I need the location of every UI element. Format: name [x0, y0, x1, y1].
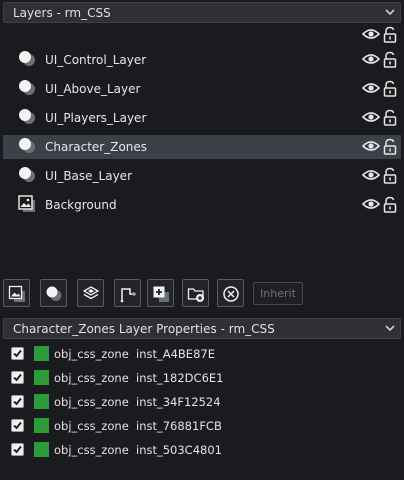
- instance-row[interactable]: obj_css_zone inst_34F12524: [3, 391, 401, 415]
- instance-layer-icon: [19, 167, 35, 182]
- properties-panel-header[interactable]: Character_Zones Layer Properties - rm_CS…: [3, 318, 401, 339]
- add-folder-button[interactable]: [182, 279, 209, 307]
- instance-id: inst_76881FCB: [136, 419, 222, 433]
- instances-list: obj_css_zone inst_A4BE87E obj_css_zone i…: [3, 341, 401, 480]
- visibility-eye-icon[interactable]: [362, 52, 380, 66]
- add-path-layer-icon: [120, 288, 136, 303]
- unlock-icon[interactable]: [383, 196, 397, 213]
- add-path-layer-button[interactable]: [114, 279, 141, 307]
- instance-layer-icon: [19, 51, 35, 66]
- add-tile-layer-icon: [82, 286, 100, 300]
- layer-name: UI_Players_Layer: [45, 111, 147, 125]
- layers-header-icons: [3, 24, 401, 46]
- add-instance-layer-icon: [46, 286, 62, 301]
- instance-layer-icon: [19, 109, 35, 124]
- add-instance-layer-button[interactable]: [40, 279, 67, 307]
- visibility-eye-icon[interactable]: [362, 110, 380, 124]
- properties-panel-title: Character_Zones Layer Properties - rm_CS…: [13, 322, 275, 336]
- checkmark-icon: [13, 397, 22, 406]
- layer-row-ui-above-layer[interactable]: UI_Above_Layer: [3, 77, 401, 101]
- background-layer-icon: [18, 195, 35, 212]
- checkmark-icon: [13, 445, 22, 454]
- chevron-down-icon[interactable]: [384, 322, 396, 334]
- layer-row-character-zones[interactable]: Character_Zones: [3, 135, 401, 159]
- unlock-icon[interactable]: [383, 51, 397, 68]
- unlock-icon[interactable]: [383, 80, 397, 97]
- instance-color-swatch: [34, 346, 49, 361]
- instance-object-name: obj_css_zone: [54, 419, 129, 433]
- instance-object-name: obj_css_zone: [54, 395, 129, 409]
- layer-row-background[interactable]: Background: [3, 193, 401, 217]
- instance-layer-icon: [19, 80, 35, 95]
- unlock-icon[interactable]: [383, 138, 397, 155]
- instance-id: inst_A4BE87E: [136, 347, 215, 361]
- layer-name: UI_Base_Layer: [45, 169, 132, 183]
- instance-row[interactable]: obj_css_zone inst_503C4801: [3, 439, 401, 463]
- instance-checkbox[interactable]: [11, 347, 24, 360]
- visibility-eye-icon[interactable]: [362, 81, 380, 95]
- add-background-layer-button[interactable]: [3, 279, 30, 307]
- instance-checkbox[interactable]: [11, 443, 24, 456]
- chevron-down-icon[interactable]: [384, 6, 396, 18]
- delete-layer-icon: [223, 286, 239, 302]
- instance-checkbox[interactable]: [11, 371, 24, 384]
- layer-name: UI_Control_Layer: [45, 53, 147, 67]
- layers-list: UI_Control_Layer UI_Above_Layer UI_Playe…: [3, 24, 401, 254]
- lock-all-icon[interactable]: [383, 26, 397, 43]
- instance-checkbox[interactable]: [11, 419, 24, 432]
- add-asset-layer-button[interactable]: [147, 279, 174, 307]
- instance-row[interactable]: obj_css_zone inst_A4BE87E: [3, 343, 401, 367]
- layer-name: UI_Above_Layer: [45, 82, 141, 96]
- instance-color-swatch: [34, 442, 49, 457]
- layer-row-ui-control-layer[interactable]: UI_Control_Layer: [3, 48, 401, 72]
- instance-id: inst_34F12524: [136, 395, 221, 409]
- visibility-eye-icon[interactable]: [362, 139, 380, 153]
- instance-row[interactable]: obj_css_zone inst_182DC6E1: [3, 367, 401, 391]
- layer-row-ui-players-layer[interactable]: UI_Players_Layer: [3, 106, 401, 130]
- add-asset-layer-icon: [153, 286, 169, 302]
- instance-row[interactable]: obj_css_zone inst_76881FCB: [3, 415, 401, 439]
- instance-id: inst_182DC6E1: [136, 371, 224, 385]
- instance-object-name: obj_css_zone: [54, 347, 129, 361]
- checkmark-icon: [13, 373, 22, 382]
- layers-toolbar: Inherit: [3, 279, 401, 309]
- layers-panel-header[interactable]: Layers - rm_CSS: [3, 2, 401, 23]
- unlock-icon[interactable]: [383, 109, 397, 126]
- instance-layer-icon: [19, 138, 35, 153]
- unlock-icon[interactable]: [383, 167, 397, 184]
- instance-color-swatch: [34, 370, 49, 385]
- visibility-all-eye-icon[interactable]: [362, 27, 380, 41]
- visibility-eye-icon[interactable]: [362, 168, 380, 182]
- instance-color-swatch: [34, 418, 49, 433]
- add-folder-icon: [187, 288, 204, 302]
- layer-row-ui-base-layer[interactable]: UI_Base_Layer: [3, 164, 401, 188]
- instance-object-name: obj_css_zone: [54, 443, 129, 457]
- instance-id: inst_503C4801: [136, 443, 222, 457]
- visibility-eye-icon[interactable]: [362, 197, 380, 211]
- checkmark-icon: [13, 421, 22, 430]
- instance-checkbox[interactable]: [11, 395, 24, 408]
- layer-name: Background: [45, 198, 117, 212]
- add-tile-layer-button[interactable]: [77, 279, 104, 307]
- instance-color-swatch: [34, 394, 49, 409]
- add-background-layer-icon: [8, 285, 25, 302]
- delete-layer-button[interactable]: [217, 279, 244, 307]
- layer-name: Character_Zones: [45, 140, 148, 154]
- inherit-button[interactable]: Inherit: [253, 282, 303, 305]
- checkmark-icon: [13, 349, 22, 358]
- instance-object-name: obj_css_zone: [54, 371, 129, 385]
- layers-panel-title: Layers - rm_CSS: [13, 6, 111, 20]
